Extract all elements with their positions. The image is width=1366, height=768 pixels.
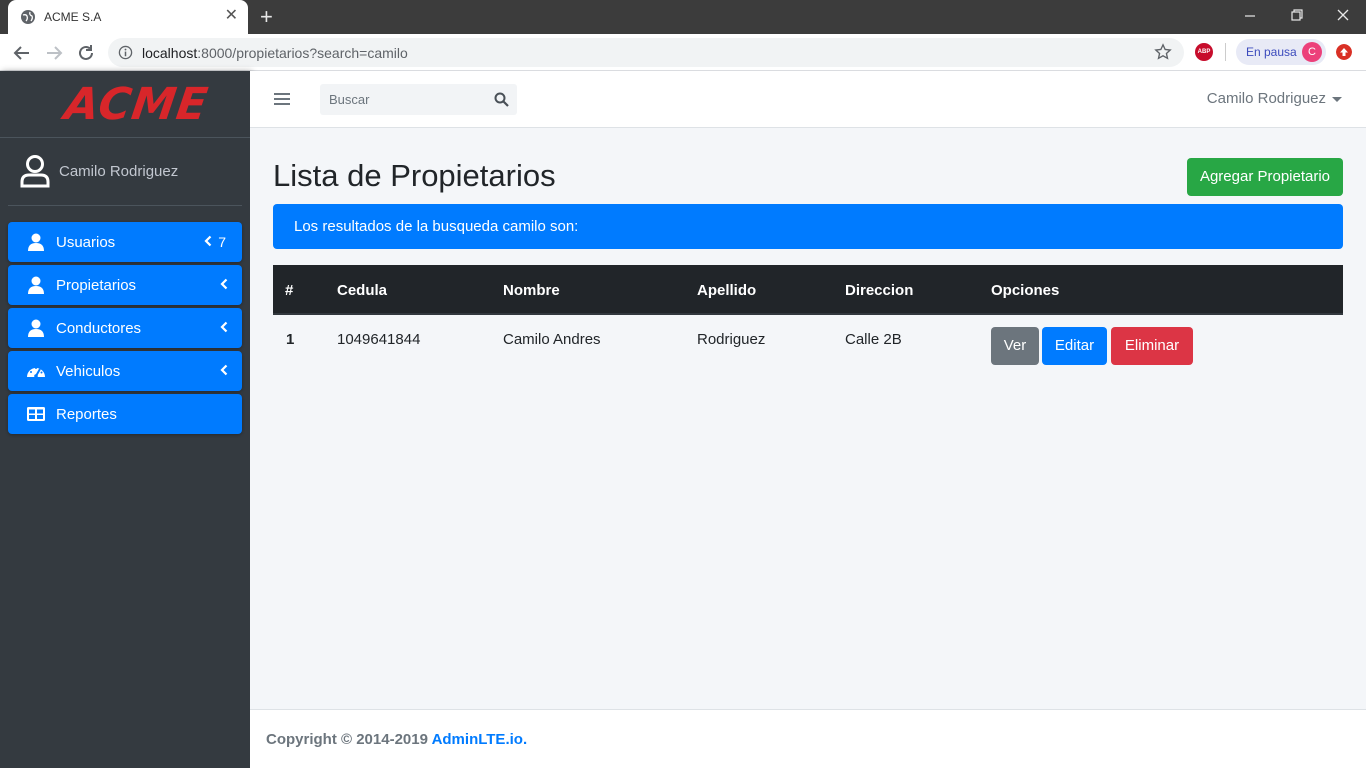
sidebar-item-label: Usuarios: [56, 234, 116, 251]
cell-cedula: 1049641844: [337, 331, 421, 348]
back-arrow-icon[interactable]: [11, 42, 33, 64]
dashboard-gauge-icon: [27, 367, 45, 378]
bookmark-star-icon[interactable]: [1154, 43, 1172, 61]
sidebar: ACME Camilo Rodriguez Usuarios 7 Propiet…: [0, 71, 250, 768]
cell-direccion: Calle 2B: [845, 331, 902, 348]
main-content: Lista de Propietarios Agregar Propietari…: [250, 128, 1366, 709]
footer: Copyright © 2014-2019 AdminLTE.io.: [250, 709, 1366, 768]
column-header-cedula: Cedula: [337, 282, 388, 299]
close-window-icon[interactable]: [1334, 8, 1354, 24]
cell-number: 1: [286, 331, 295, 348]
sidebar-item-label: Propietarios: [56, 277, 137, 294]
sidebar-menu: Usuarios 7 Propietarios Conductores Vehi…: [8, 222, 242, 437]
reload-icon[interactable]: [75, 42, 97, 64]
chevron-left-icon: [220, 364, 228, 376]
column-header-opciones: Opciones: [991, 282, 1060, 299]
navbar-user-menu[interactable]: Camilo Rodriguez: [1207, 90, 1326, 107]
paused-label: En pausa: [1246, 45, 1297, 59]
chevron-left-icon: [220, 321, 228, 333]
user-icon: [28, 276, 44, 294]
cell-apellido: Rodriguez: [697, 331, 766, 348]
chevron-left-icon: [204, 235, 212, 247]
chevron-left-icon: [220, 278, 228, 290]
navbar-search: [320, 84, 517, 115]
delete-button[interactable]: Eliminar: [1111, 327, 1193, 365]
search-results-alert: Los resultados de la busqueda camilo son…: [273, 204, 1343, 249]
alert-text: Los resultados de la busqueda camilo son…: [294, 218, 579, 235]
profile-paused-button[interactable]: En pausa C: [1236, 39, 1326, 65]
minimize-icon[interactable]: [1241, 8, 1261, 24]
toolbar-separator: [1225, 43, 1226, 61]
update-icon[interactable]: [1336, 44, 1352, 60]
sidebar-item-vehiculos[interactable]: Vehiculos: [8, 351, 242, 391]
sidebar-user-name[interactable]: Camilo Rodriguez: [59, 163, 178, 180]
user-icon: [28, 233, 44, 251]
column-header-nombre: Nombre: [503, 282, 560, 299]
adminlte-link[interactable]: AdminLTE.io.: [432, 731, 528, 748]
caret-down-icon[interactable]: [1332, 97, 1342, 102]
browser-tab-strip: ACME S.A ✕ +: [0, 0, 1366, 34]
search-icon[interactable]: [494, 92, 509, 107]
brand-logo[interactable]: ACME: [61, 79, 211, 130]
address-bar[interactable]: localhost:8000/propietarios?search=camil…: [108, 38, 1184, 67]
browser-toolbar: localhost:8000/propietarios?search=camil…: [0, 34, 1366, 71]
table-row: 1 1049641844 Camilo Andres Rodriguez Cal…: [273, 315, 1343, 369]
adblock-icon[interactable]: ABP: [1195, 43, 1213, 61]
user-icon: [28, 319, 44, 337]
new-tab-button[interactable]: +: [260, 4, 273, 30]
close-tab-icon[interactable]: ✕: [225, 7, 238, 25]
edit-button[interactable]: Editar: [1042, 327, 1107, 365]
view-button[interactable]: Ver: [991, 327, 1039, 365]
column-header-number: #: [285, 282, 294, 299]
profile-avatar: C: [1302, 42, 1322, 62]
sidebar-item-label: Vehiculos: [56, 363, 121, 380]
sidebar-item-conductores[interactable]: Conductores: [8, 308, 242, 348]
forward-arrow-icon[interactable]: [43, 42, 65, 64]
column-header-direccion: Direccion: [845, 282, 914, 299]
cell-nombre: Camilo Andres: [503, 331, 601, 348]
sidebar-item-badge: 7: [218, 234, 226, 250]
sidebar-item-label: Reportes: [56, 406, 117, 423]
search-input[interactable]: [320, 84, 490, 115]
sidebar-item-reportes[interactable]: Reportes: [8, 394, 242, 434]
sidebar-item-usuarios[interactable]: Usuarios 7: [8, 222, 242, 262]
hamburger-menu-icon[interactable]: [274, 92, 290, 106]
footer-copyright: Copyright © 2014-2019 AdminLTE.io.: [266, 731, 528, 748]
top-navbar: Camilo Rodriguez: [250, 71, 1366, 128]
add-propietario-button[interactable]: Agregar Propietario: [1187, 158, 1343, 196]
globe-icon: [21, 10, 35, 24]
restore-icon[interactable]: [1287, 8, 1307, 24]
browser-tab[interactable]: ACME S.A ✕: [8, 0, 248, 34]
brand[interactable]: ACME: [0, 71, 250, 138]
info-icon[interactable]: [118, 45, 133, 60]
table-header: # Cedula Nombre Apellido Direccion Opcio…: [273, 265, 1343, 315]
page-title: Lista de Propietarios: [273, 158, 556, 193]
sidebar-item-propietarios[interactable]: Propietarios: [8, 265, 242, 305]
user-panel[interactable]: Camilo Rodriguez: [8, 138, 242, 206]
tab-title: ACME S.A: [44, 10, 102, 24]
url-text: localhost:8000/propietarios?search=camil…: [142, 45, 408, 61]
table-icon: [27, 407, 45, 421]
sidebar-item-label: Conductores: [56, 320, 142, 337]
column-header-apellido: Apellido: [697, 282, 757, 299]
propietarios-table: # Cedula Nombre Apellido Direccion Opcio…: [273, 265, 1343, 369]
user-outline-icon: [20, 155, 50, 188]
